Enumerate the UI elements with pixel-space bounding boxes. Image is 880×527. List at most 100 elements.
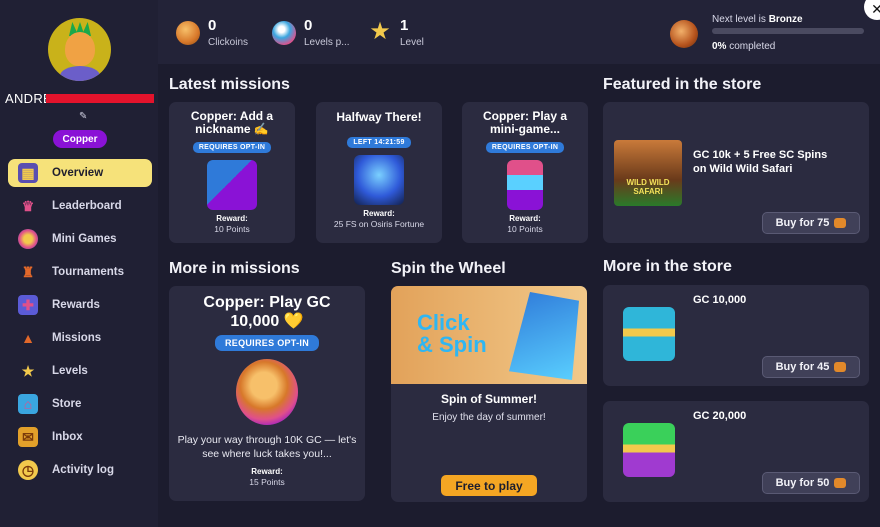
coin-icon [834, 362, 847, 372]
level-progress-text: 0% completed [712, 41, 776, 52]
inbox-icon: ✉ [18, 427, 38, 447]
stat-value: 0 [304, 17, 313, 34]
featured-store-card[interactable]: WILD WILD SAFARI GC 10k + 5 Free SC Spin… [603, 102, 869, 243]
safari-logo-text: WILD WILD SAFARI [626, 178, 670, 196]
avatar[interactable] [48, 18, 111, 81]
stat-value: 0 [208, 17, 217, 34]
avatar-body [60, 66, 100, 81]
sidebar-item-inbox[interactable]: ✉ Inbox [8, 423, 152, 451]
sidebar-item-label: Inbox [52, 431, 83, 443]
spin-art-line2: & Spin [417, 332, 487, 357]
edit-name-icon[interactable]: ✎ [79, 111, 87, 122]
sidebar-item-label: Activity log [52, 464, 114, 476]
store-item-title: GC 10,000 [693, 294, 747, 306]
more-store-title: More in the store [603, 258, 732, 275]
spin-wheel-title: Spin the Wheel [391, 260, 506, 277]
redaction-mark [46, 94, 154, 103]
buy-button-label: Buy for 45 [775, 361, 830, 373]
sidebar-item-activity-log[interactable]: ◷ Activity log [8, 456, 152, 484]
reward-label: Reward: [363, 209, 395, 218]
free-to-play-button[interactable]: Free to play [441, 475, 537, 496]
next-level-text: Next level is Bronze [712, 14, 803, 25]
spinning-coin-image [236, 359, 298, 425]
osiris-fortune-image [354, 155, 404, 205]
buy-featured-button[interactable]: Buy for 75 [762, 212, 860, 234]
treasure-chest-image [623, 307, 675, 361]
reward-value: 10 Points [214, 224, 250, 234]
coin-icon [834, 218, 847, 228]
buy-button-label: Buy for 75 [775, 217, 830, 229]
activity-log-icon: ◷ [18, 460, 38, 480]
spin-art-text: Click & Spin [417, 312, 487, 356]
sidebar-item-label: Leaderboard [52, 200, 122, 212]
store-item-card[interactable]: GC 20,000 Buy for 50 [603, 401, 869, 502]
mini-games-icon [18, 229, 38, 249]
level-progress-bar [712, 28, 864, 34]
sidebar-item-overview[interactable]: ▦ Overview [8, 159, 152, 187]
close-icon: ✕ [871, 0, 880, 17]
mission-card[interactable]: Copper: Add a nickname ✍ REQUIRES OPT-IN… [169, 102, 295, 243]
sidebar-item-label: Mini Games [52, 233, 117, 245]
sidebar-item-leaderboard[interactable]: ♛ Leaderboard [8, 192, 152, 220]
stat-label: Clickoins [208, 37, 249, 48]
sidebar-item-label: Overview [52, 167, 104, 179]
clickoins-icon [176, 21, 200, 45]
mascot-image [207, 160, 257, 210]
more-mission-card[interactable]: Copper: Play GC 10,000 💛 REQUIRES OPT-IN… [169, 286, 365, 501]
store-item-title: GC 20,000 [693, 410, 747, 422]
leaderboard-icon: ♛ [21, 197, 35, 214]
levels-icon: ★ [21, 362, 35, 379]
tier-badge: Copper [53, 130, 107, 148]
sidebar-item-label: Tournaments [52, 266, 124, 278]
stat-level: ★ 1 Level [368, 18, 424, 49]
sidebar-item-store[interactable]: ⌂ Store [8, 390, 152, 418]
overview-icon: ▦ [18, 163, 38, 183]
mascot-on-chair-image [509, 292, 579, 380]
latest-missions-title: Latest missions [169, 76, 290, 93]
buy-button-label: Buy for 50 [775, 477, 830, 489]
sidebar-item-label: Levels [52, 365, 88, 377]
reward-label: Reward: [509, 214, 541, 223]
sidebar-item-label: Store [52, 398, 82, 410]
spin-card[interactable]: Click & Spin Spin of Summer! Enjoy the da… [391, 286, 587, 502]
sidebar-item-rewards[interactable]: ✚ Rewards [8, 291, 152, 319]
stat-label: Level [400, 37, 424, 48]
mission-badge: REQUIRES OPT-IN [485, 142, 565, 153]
treasure-chest-image [623, 423, 675, 477]
featured-store-title: Featured in the store [603, 76, 762, 93]
reward-label: Reward: [216, 214, 248, 223]
sidebar-item-tournaments[interactable]: ♜ Tournaments [8, 258, 152, 286]
buy-store-item-button[interactable]: Buy for 50 [762, 472, 860, 494]
mission-title: Copper: Play GC 10,000 💛 [203, 294, 331, 330]
mission-card[interactable]: Copper: Play a mini-game... REQUIRES OPT… [462, 102, 588, 243]
store-item-card[interactable]: GC 10,000 Buy for 45 [603, 285, 869, 386]
buy-store-item-button[interactable]: Buy for 45 [762, 356, 860, 378]
stat-clickoins: 0 Clickoins [176, 18, 248, 48]
mission-description: Play your way through 10K GC — let's see… [177, 434, 357, 460]
mission-card[interactable]: Halfway There! LEFT 14:21:59 Reward: 25 … [316, 102, 442, 243]
stats-bar: 0 Clickoins 0 Levels p... ★ 1 Level Next… [158, 0, 880, 64]
featured-title: GC 10k + 5 Free SC Spins on Wild Wild Sa… [693, 149, 828, 175]
arcade-machine-image [507, 160, 543, 210]
next-level-icon [670, 20, 698, 48]
mission-title: Halfway There! [336, 110, 422, 124]
sidebar-item-mini-games[interactable]: Mini Games [8, 225, 152, 253]
reward-value: 25 FS on Osiris Fortune [333, 219, 425, 229]
levels-passed-icon [272, 21, 296, 45]
rewards-icon: ✚ [18, 295, 38, 315]
wild-safari-image: WILD WILD SAFARI [614, 140, 682, 206]
sidebar-item-missions[interactable]: ▲ Missions [8, 324, 152, 352]
tournaments-icon: ♜ [21, 263, 35, 280]
mission-title: Copper: Play a mini-game... [482, 109, 568, 136]
more-missions-title: More in missions [169, 260, 300, 277]
stat-levels-passed: 0 Levels p... [272, 18, 350, 48]
sidebar-item-levels[interactable]: ★ Levels [8, 357, 152, 385]
sidebar-item-label: Rewards [52, 299, 100, 311]
spin-title: Spin of Summer! [440, 392, 537, 406]
sidebar-item-label: Missions [52, 332, 102, 344]
level-star-icon: ★ [369, 18, 391, 45]
store-icon: ⌂ [18, 394, 38, 414]
mission-title: Copper: Add a nickname ✍ [190, 109, 274, 136]
spin-subtitle: Enjoy the day of summer! [432, 412, 546, 423]
reward-value: 15 Points [249, 477, 285, 487]
